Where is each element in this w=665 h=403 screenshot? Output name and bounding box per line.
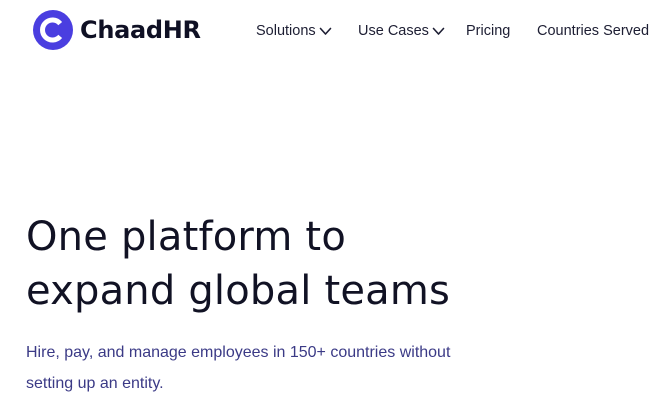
nav-item-label: Pricing <box>466 23 511 39</box>
nav-item-countries-served[interactable]: Countries Served <box>537 20 649 42</box>
page: ChaadHR Solutions Use Cases Pricing Coun… <box>0 0 665 403</box>
nav-item-solutions[interactable]: Solutions <box>256 20 332 42</box>
site-header: ChaadHR Solutions Use Cases Pricing Coun… <box>0 0 665 62</box>
hero-title-line: One platform to <box>26 214 346 260</box>
nav-item-label: Use Cases <box>358 23 429 39</box>
hero-subtitle: Hire, pay, and manage employees in 150+ … <box>26 337 506 399</box>
chevron-down-icon <box>319 27 331 35</box>
nav-item-label: Countries Served <box>537 23 650 39</box>
nav-item-label: Solutions <box>256 23 316 39</box>
hero-subtitle-line: setting up an entity. <box>26 375 164 392</box>
nav-item-use-cases[interactable]: Use Cases <box>358 20 445 42</box>
hero-subtitle-line: Hire, pay, and manage employees in 150+ … <box>26 344 451 361</box>
hero-title-line: expand global teams <box>26 268 451 314</box>
hero-title: One platform to expand global teams <box>26 210 450 318</box>
nav-item-pricing[interactable]: Pricing <box>466 20 510 42</box>
main-nav: Solutions Use Cases Pricing Countries Se… <box>0 20 665 42</box>
chevron-down-icon <box>432 27 445 35</box>
